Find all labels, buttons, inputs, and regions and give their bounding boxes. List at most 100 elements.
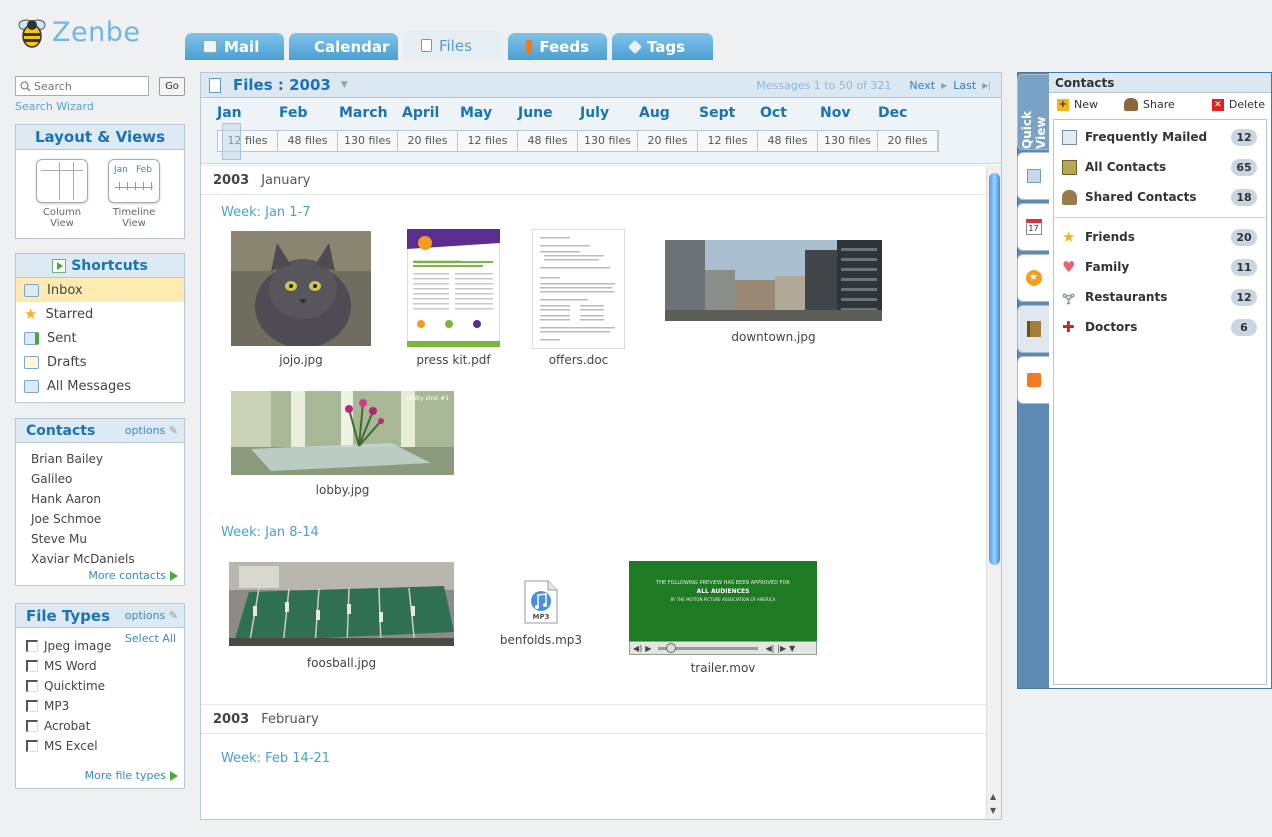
search-wizard-link[interactable]: Search Wizard [15,100,94,113]
month-sept[interactable]: Sept [699,105,735,121]
tab-files[interactable]: Files [403,31,503,60]
tab-feeds[interactable]: Feeds [508,33,607,60]
file-downtown[interactable]: downtown.jpg [665,240,882,350]
qv-tab-starred[interactable]: ★ [1017,254,1049,302]
month-count-dec[interactable]: 20 files [878,131,938,151]
volume-icon[interactable]: ◀) [633,644,642,653]
group-all-contacts[interactable]: All Contacts 65 [1054,152,1266,182]
qv-tab-notes[interactable] [1017,305,1049,353]
scroll-up-icon[interactable]: ▲ [990,792,996,801]
contact-item[interactable]: Hank Aaron [16,489,184,509]
month-april[interactable]: April [402,105,439,121]
timeline-view-option[interactable]: Jan Feb Timeline View [104,159,164,229]
month-may[interactable]: May [460,105,492,121]
go-button[interactable]: Go [159,77,185,96]
scroll-thumb[interactable] [989,173,1000,565]
month-feb[interactable]: Feb [279,105,308,121]
shortcut-starred[interactable]: ★ Starred [16,302,184,326]
qv-tab-calendar[interactable]: 17 [1017,203,1049,251]
qv-tab-contacts[interactable] [1017,152,1049,200]
file-jojo[interactable]: jojo.jpg [231,231,371,371]
file-type-acrobat[interactable]: Acrobat [16,716,184,736]
step-forward-icon[interactable]: |▶ [777,644,786,653]
group-restaurants[interactable]: 🝖 Restaurants 12 [1054,282,1266,312]
tab-calendar[interactable]: Calendar [289,33,398,60]
column-view-option[interactable]: Column View [32,159,92,229]
checkbox[interactable] [26,740,38,752]
file-foosball[interactable]: foosball.jpg [229,562,454,677]
group-family[interactable]: ♥ Family 11 [1054,252,1266,282]
checkbox[interactable] [26,720,38,732]
month-count-nov[interactable]: 130 files [818,131,878,151]
file-benfolds[interactable]: MP3 benfolds.mp3 [491,579,591,659]
file-lobby[interactable]: lobby shot #1 lobby.jpg [231,391,454,501]
file-type-msexcel[interactable]: MS Excel [16,736,184,756]
new-contact-button[interactable]: + New [1057,98,1098,111]
checkbox[interactable] [26,660,38,672]
delete-button[interactable]: ✕ Delete [1211,98,1265,111]
contact-item[interactable]: Galileo [16,469,184,489]
contact-item[interactable]: Steve Mu [16,529,184,549]
timeline-slider-handle[interactable] [222,123,241,160]
last-link[interactable]: Last [953,79,976,92]
search-input[interactable] [34,79,144,93]
month-july[interactable]: July [580,105,609,121]
shortcut-all-messages[interactable]: All Messages [16,374,184,398]
step-back-icon[interactable]: ◀| [765,644,774,653]
month-count-feb[interactable]: 48 files [278,131,338,151]
zenbe-logo[interactable]: Zenbe [16,14,156,50]
dropdown-arrow-icon[interactable]: ▼ [341,80,348,90]
scrub-handle[interactable] [666,642,677,653]
month-count-april[interactable]: 20 files [398,131,458,151]
month-count-march[interactable]: 130 files [338,131,398,151]
select-all-link[interactable]: Select All [125,632,176,645]
shortcut-drafts[interactable]: Drafts [16,350,184,374]
file-type-msword[interactable]: MS Word [16,656,184,676]
contacts-options-link[interactable]: options ✎ [125,424,178,437]
play-icon[interactable]: ▶ [645,644,651,653]
checkbox[interactable] [26,700,38,712]
month-march[interactable]: March [339,105,388,121]
file-type-mp3[interactable]: MP3 [16,696,184,716]
checkbox[interactable] [26,640,38,652]
search-field[interactable] [15,76,149,96]
file-types-options-link[interactable]: options ✎ [125,609,178,622]
month-count-july[interactable]: 130 files [578,131,638,151]
group-frequently-mailed[interactable]: Frequently Mailed 12 [1054,122,1266,152]
month-oct[interactable]: Oct [760,105,787,121]
shortcut-inbox[interactable]: Inbox [16,278,184,302]
contact-item[interactable]: Joe Schmoe [16,509,184,529]
tab-mail[interactable]: Mail [185,33,284,60]
vertical-scrollbar[interactable]: ▲ ▼ [986,165,1001,819]
scroll-down-icon[interactable]: ▼ [990,806,996,815]
tab-tags[interactable]: Tags [612,33,713,60]
month-count-aug[interactable]: 20 files [638,131,698,151]
month-count-sept[interactable]: 12 files [698,131,758,151]
month-aug[interactable]: Aug [639,105,670,121]
shortcut-sent[interactable]: Sent [16,326,184,350]
group-shared-contacts[interactable]: Shared Contacts 18 [1054,182,1266,212]
month-jan[interactable]: Jan [217,105,242,121]
month-count-may[interactable]: 12 files [458,131,518,151]
month-count-june[interactable]: 48 files [518,131,578,151]
last-arrow-icon[interactable]: ▶| [982,81,991,90]
file-offers[interactable]: offers.doc [531,229,626,374]
next-link[interactable]: Next [909,79,935,92]
next-arrow-icon[interactable]: ▶ [941,81,947,90]
month-dec[interactable]: Dec [878,105,907,121]
month-count-oct[interactable]: 48 files [758,131,818,151]
file-trailer[interactable]: THE FOLLOWING PREVIEW HAS BEEN APPROVED … [629,561,817,681]
contact-item[interactable]: Xaviar McDaniels [16,549,184,569]
group-doctors[interactable]: ✚ Doctors 6 [1054,312,1266,342]
qv-tab-feeds[interactable] [1017,356,1049,404]
month-june[interactable]: June [518,105,553,121]
contact-item[interactable]: Brian Bailey [16,449,184,469]
group-friends[interactable]: ★ Friends 20 [1054,222,1266,252]
more-file-types-link[interactable]: More file types [85,769,178,782]
progress-track[interactable] [658,642,759,653]
more-contacts-link[interactable]: More contacts [88,569,178,582]
file-type-quicktime[interactable]: Quicktime [16,676,184,696]
quick-view-tab[interactable]: Quick View [1017,74,1049,150]
month-nov[interactable]: Nov [820,105,850,121]
share-button[interactable]: Share [1124,98,1175,111]
